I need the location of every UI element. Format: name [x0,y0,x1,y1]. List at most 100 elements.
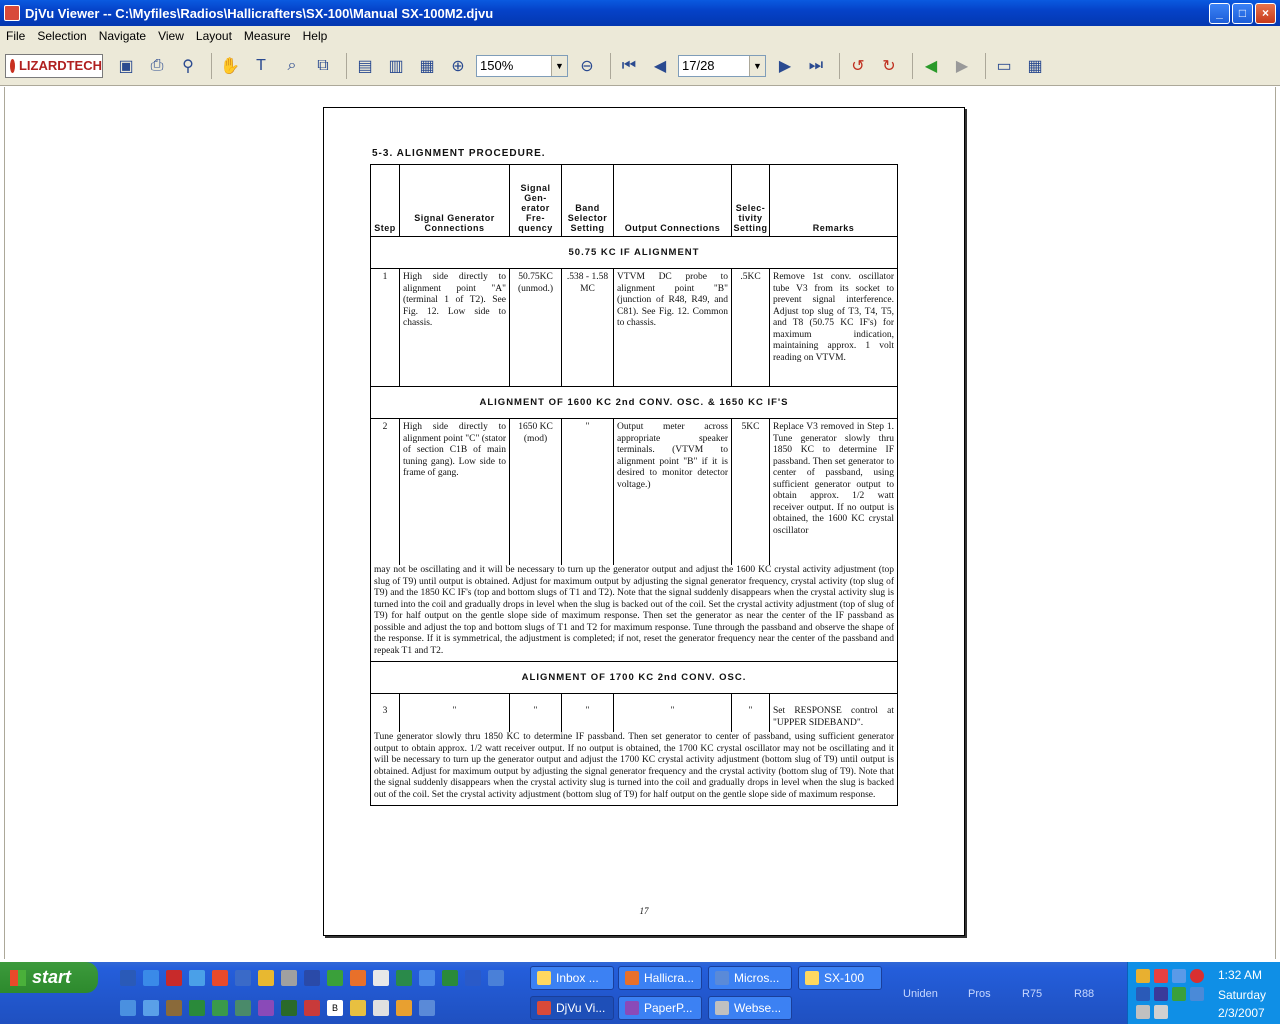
last-page-icon[interactable]: ⏭ [803,53,829,79]
excel-icon[interactable] [212,1000,228,1016]
firefox-icon[interactable] [350,970,366,986]
app-icon[interactable] [281,1000,297,1016]
page-number: 17 [639,906,649,916]
grid-icon[interactable] [304,1000,320,1016]
toolbar-pros[interactable]: Pros [968,988,991,1000]
task-inbox[interactable]: Inbox ... [530,966,614,990]
folder-icon[interactable] [258,970,274,986]
cd-icon[interactable] [281,970,297,986]
forward-icon[interactable]: ▶ [949,53,975,79]
save-icon[interactable]: ▣ [113,53,139,79]
task-microsoft[interactable]: Micros... [708,966,792,990]
media-icon[interactable] [212,970,228,986]
explorer-icon[interactable] [143,970,159,986]
page-input[interactable] [679,55,749,76]
toolbar-uniden[interactable]: Uniden [903,988,938,1000]
network-share-icon[interactable] [419,970,435,986]
task-webserver[interactable]: Webse... [708,996,792,1020]
tray-app-icon[interactable] [1172,969,1186,983]
ftp-icon[interactable] [304,970,320,986]
tray-update-icon[interactable] [1172,987,1186,1001]
messenger-icon[interactable] [488,970,504,986]
zoom-in-icon[interactable]: ⊕ [445,53,471,79]
menu-layout[interactable]: Layout [190,29,238,43]
word-icon[interactable] [465,970,481,986]
task-djvu-viewer[interactable]: DjVu Vi... [530,996,614,1020]
task-hallicrafters[interactable]: Hallicra... [618,966,702,990]
network-icon[interactable] [189,970,205,986]
djvu-app-icon[interactable] [4,5,20,21]
tray-security-icon[interactable] [1154,987,1168,1001]
hand-tool-icon[interactable]: ✋ [217,53,243,79]
header-remarks: Remarks [812,223,855,233]
document-icon[interactable] [373,1000,389,1016]
lizardtech-logo[interactable]: LIZARDTECH [5,53,103,78]
folder-icon [805,971,819,985]
tray-display-icon[interactable] [1190,987,1204,1001]
network-places-icon[interactable] [120,1000,136,1016]
menu-file[interactable]: File [0,29,31,43]
first-page-icon[interactable]: ⏮ [616,53,642,79]
desktop-icon[interactable] [120,970,136,986]
next-page-icon[interactable]: ▶ [772,53,798,79]
chevron-down-icon[interactable]: ▼ [749,55,765,76]
fit-width-icon[interactable]: ▤ [352,53,378,79]
page-combo[interactable]: ▼ [678,54,766,77]
clock-icon[interactable] [396,1000,412,1016]
toolbar-r75[interactable]: R75 [1022,988,1042,1000]
computer-icon[interactable] [143,1000,159,1016]
bold-b-icon[interactable]: B [327,1000,343,1016]
acrobat-icon[interactable] [166,970,182,986]
menu-view[interactable]: View [152,29,190,43]
rotate-left-icon[interactable]: ↺ [845,53,871,79]
spreadsheet-icon[interactable] [189,1000,205,1016]
zoom-tool-icon[interactable]: ⌕ [279,53,305,79]
globe-icon[interactable] [396,970,412,986]
region-select-icon[interactable]: ⧉ [310,53,336,79]
fit-page-icon[interactable]: ▥ [383,53,409,79]
back-icon[interactable]: ◀ [918,53,944,79]
paint-icon[interactable] [235,970,251,986]
sync-icon[interactable] [373,970,389,986]
maximize-button[interactable]: □ [1232,2,1253,24]
zoom-combo[interactable]: ▼ [476,54,568,77]
tools-icon[interactable] [166,1000,182,1016]
print-icon[interactable]: ⎙ [144,53,170,79]
folder-icon[interactable] [350,1000,366,1016]
actual-size-icon[interactable]: ▦ [414,53,440,79]
media-player-icon[interactable] [419,1000,435,1016]
tray-network-icon[interactable] [1136,987,1150,1001]
excel-icon[interactable] [442,970,458,986]
previous-page-icon[interactable]: ◀ [647,53,673,79]
text-select-icon[interactable]: T [248,53,274,79]
single-page-icon[interactable]: ▭ [991,53,1017,79]
close-button[interactable]: × [1255,2,1276,24]
tray-device-icon[interactable] [1154,1005,1168,1019]
cell-output: VTVM DC probe to alignment point "B" (ju… [614,269,732,386]
chevron-down-icon[interactable]: ▼ [551,55,567,76]
menu-help[interactable]: Help [297,29,334,43]
start-button[interactable]: start [0,962,98,993]
settings-icon[interactable] [258,1000,274,1016]
task-sx100[interactable]: SX-100 [798,966,882,990]
tray-record-icon[interactable] [1190,969,1204,983]
document-viewer[interactable]: 5-3. ALIGNMENT PROCEDURE. Step Signal Ge… [4,87,1276,959]
calculator-icon[interactable] [235,1000,251,1016]
task-paperport[interactable]: PaperP... [618,996,702,1020]
find-binoculars-icon[interactable]: ⚲ [175,53,201,79]
tray-clock-icon[interactable] [1136,969,1150,983]
zoom-input[interactable] [477,55,551,76]
menu-measure[interactable]: Measure [238,29,297,43]
menu-selection[interactable]: Selection [31,29,92,43]
zoom-out-icon[interactable]: ⊖ [574,53,600,79]
minimize-button[interactable]: _ [1209,2,1230,24]
rotate-right-icon[interactable]: ↻ [876,53,902,79]
tray-time[interactable]: 1:32 AM [1218,968,1262,982]
tray-volume-icon[interactable] [1136,1005,1150,1019]
tray-ebay-icon[interactable] [1154,969,1168,983]
menu-navigate[interactable]: Navigate [93,29,152,43]
toolbar-r88[interactable]: R88 [1074,988,1094,1000]
thumbnails-icon[interactable]: ▦ [1022,53,1048,79]
chart-icon[interactable] [327,970,343,986]
cell-connections: High side directly to alignment point "C… [400,419,510,565]
